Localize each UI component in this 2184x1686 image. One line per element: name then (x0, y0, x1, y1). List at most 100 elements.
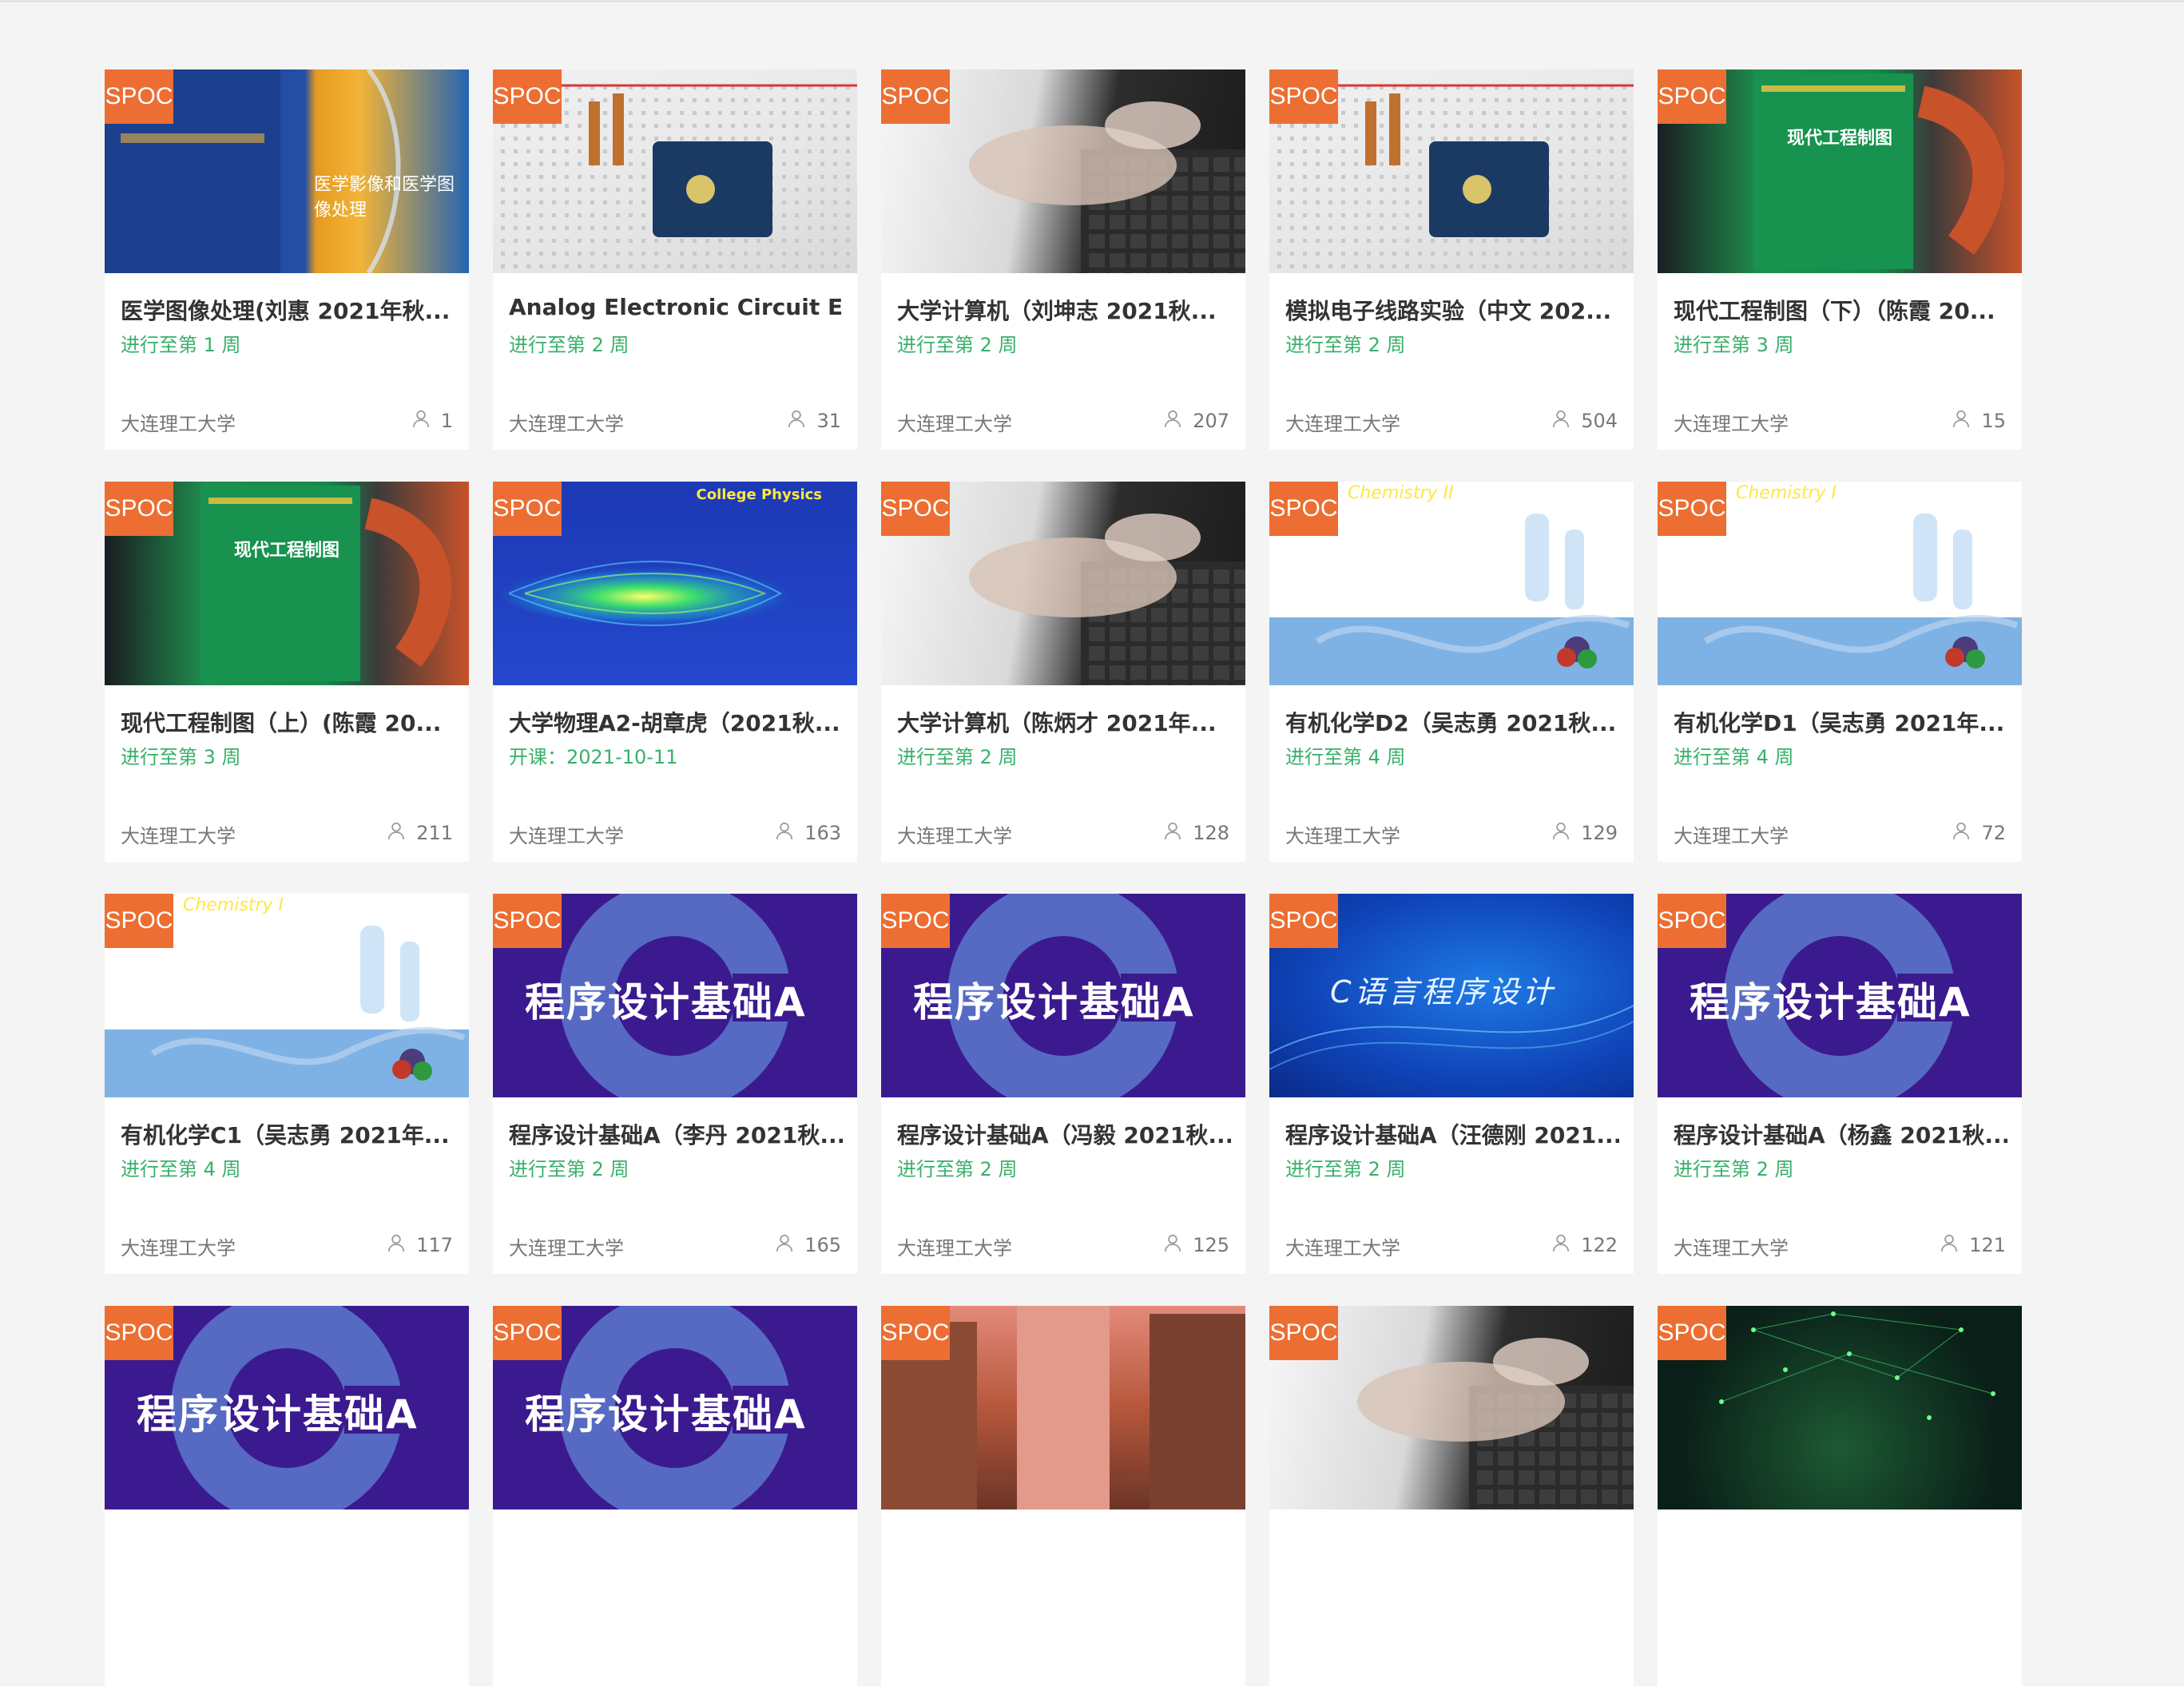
course-thumbnail[interactable]: 医学影像和医学图像处理 SPOC (105, 69, 469, 273)
course-card[interactable]: Chemistry I SPOC 有机化学D1（吴志勇 2021年... 进行至第 4… (1658, 482, 2022, 862)
course-card[interactable]: College Physics SPOC 大学物理A2-胡章虎（2021秋... 开课… (493, 482, 857, 862)
course-progress: 进行至第 3 周 (121, 746, 241, 768)
course-title[interactable]: 有机化学D1（吴志勇 2021年... (1674, 706, 2007, 738)
spoc-badge: SPOC (493, 1306, 562, 1360)
course-title[interactable]: 大学计算机（刘坤志 2021秋... (897, 294, 1231, 326)
course-title[interactable]: 模拟电子线路实验（中文 202... (1285, 294, 1619, 326)
enrollment-count: 31 (786, 408, 841, 434)
user-icon (386, 820, 407, 846)
course-progress: 进行至第 2 周 (897, 1158, 1018, 1180)
course-card[interactable]: SPOC (1658, 1306, 2022, 1686)
course-thumbnail[interactable]: SPOC (881, 482, 1245, 685)
course-grid: 医学影像和医学图像处理 SPOC 医学图像处理(刘惠 2021年秋... 进行至第 1… (105, 69, 2022, 1686)
course-thumbnail[interactable]: 程序设计基础A SPOC (105, 1306, 469, 1509)
course-thumbnail[interactable]: 程序设计基础A SPOC (1658, 894, 2022, 1097)
spoc-badge: SPOC (105, 69, 173, 124)
course-school[interactable]: 大连理工大学 (1285, 820, 1400, 848)
course-title[interactable]: 大学物理A2-胡章虎（2021秋... (509, 706, 843, 738)
course-thumbnail[interactable]: Chemistry II SPOC (1269, 482, 1634, 685)
course-thumbnail[interactable]: 程序设计基础A SPOC (493, 1306, 857, 1509)
course-title[interactable]: 现代工程制图（下）（陈霞 20... (1674, 294, 2007, 326)
course-card[interactable]: Chemistry I SPOC 有机化学C1（吴志勇 2021年... 进行至第 4… (105, 894, 469, 1274)
course-title[interactable]: Analog Electronic Circuit E... (509, 294, 843, 320)
course-card[interactable]: 程序设计基础A SPOC 程序设计基础A（李丹 2021秋... 进行至第 2 周大连… (493, 894, 857, 1274)
course-school[interactable]: 大连理工大学 (1285, 408, 1400, 436)
thumb-caption: 程序设计基础A (913, 979, 1195, 1025)
enrollment-count: 207 (1162, 408, 1229, 434)
course-card[interactable]: Chemistry II SPOC 有机化学D2（吴志勇 2021秋... 进行至第 … (1269, 482, 1634, 862)
course-school[interactable]: 大连理工大学 (1674, 408, 1789, 436)
top-divider (0, 0, 2184, 2)
course-school[interactable]: 大连理工大学 (121, 408, 236, 436)
enrollment-count-value: 128 (1193, 822, 1229, 844)
enrollment-count-value: 125 (1193, 1234, 1229, 1256)
enrollment-count-value: 122 (1581, 1234, 1618, 1256)
course-progress: 进行至第 4 周 (121, 1158, 241, 1180)
course-card[interactable]: 现代工程制图 SPOC 现代工程制图（上）(陈霞 20... 进行至第 3 周大连理工… (105, 482, 469, 862)
enrollment-count: 125 (1162, 1232, 1229, 1258)
course-title[interactable]: 有机化学D2（吴志勇 2021秋... (1285, 706, 1619, 738)
course-card[interactable]: 现代工程制图 SPOC 现代工程制图（下）（陈霞 20... 进行至第 3 周大连理工… (1658, 69, 2022, 450)
course-card[interactable]: 医学影像和医学图像处理 SPOC 医学图像处理(刘惠 2021年秋... 进行至第 1… (105, 69, 469, 450)
course-title[interactable]: 程序设计基础A（汪德刚 2021... (1285, 1118, 1619, 1150)
course-thumbnail[interactable]: C语言程序设计 SPOC (1269, 894, 1634, 1097)
spoc-badge: SPOC (493, 894, 562, 948)
course-thumbnail[interactable]: College Physics SPOC (493, 482, 857, 685)
course-title[interactable]: 有机化学C1（吴志勇 2021年... (121, 1118, 455, 1150)
course-thumbnail[interactable]: SPOC (1658, 1306, 2022, 1509)
enrollment-count-value: 163 (804, 822, 841, 844)
course-title[interactable]: 程序设计基础A（李丹 2021秋... (509, 1118, 843, 1150)
course-title[interactable]: 医学图像处理(刘惠 2021年秋... (121, 294, 455, 326)
thumb-caption: Chemistry II (1348, 483, 1454, 503)
course-thumbnail[interactable]: 程序设计基础A SPOC (881, 894, 1245, 1097)
thumb-caption: 现代工程制图 (234, 541, 340, 561)
user-icon (1939, 1232, 1960, 1258)
course-title[interactable]: 程序设计基础A（冯毅 2021秋... (897, 1118, 1231, 1150)
thumb-caption: Chemistry I (1736, 483, 1837, 503)
course-card[interactable]: 程序设计基础A SPOC (105, 1306, 469, 1686)
course-title[interactable]: 大学计算机（陈炳才 2021年... (897, 706, 1231, 738)
course-title[interactable]: 现代工程制图（上）(陈霞 20... (121, 706, 455, 738)
thumb-caption: 程序设计基础A (525, 1391, 807, 1438)
course-thumbnail[interactable]: SPOC (881, 69, 1245, 273)
course-card[interactable]: SPOC 大学计算机（刘坤志 2021秋... 进行至第 2 周大连理工大学 207 (881, 69, 1245, 450)
course-school[interactable]: 大连理工大学 (897, 1232, 1012, 1260)
enrollment-count: 128 (1162, 820, 1229, 846)
course-thumbnail[interactable]: Chemistry I SPOC (1658, 482, 2022, 685)
course-thumbnail[interactable]: 现代工程制图 SPOC (1658, 69, 2022, 273)
course-school[interactable]: 大连理工大学 (509, 1232, 624, 1260)
course-title[interactable]: 程序设计基础A（杨鑫 2021秋... (1674, 1118, 2007, 1150)
course-school[interactable]: 大连理工大学 (121, 1232, 236, 1260)
course-thumbnail[interactable]: SPOC (881, 1306, 1245, 1509)
course-card[interactable]: SPOC Analog Electronic Circuit E... 进行至第 2… (493, 69, 857, 450)
course-card[interactable]: SPOC (881, 1306, 1245, 1686)
course-school[interactable]: 大连理工大学 (897, 820, 1012, 848)
course-card[interactable]: 程序设计基础A SPOC 程序设计基础A（杨鑫 2021秋... 进行至第 2 周大连… (1658, 894, 2022, 1274)
course-card[interactable]: 程序设计基础A SPOC 程序设计基础A（冯毅 2021秋... 进行至第 2 周大连… (881, 894, 1245, 1274)
course-thumbnail[interactable]: 现代工程制图 SPOC (105, 482, 469, 685)
thumb-caption: College Physics (696, 486, 823, 503)
course-card[interactable]: SPOC 大学计算机（陈炳才 2021年... 进行至第 2 周大连理工大学 128 (881, 482, 1245, 862)
course-card[interactable]: C语言程序设计 SPOC 程序设计基础A（汪德刚 2021... 进行至第 2 周大连… (1269, 894, 1634, 1274)
course-thumbnail[interactable]: 程序设计基础A SPOC (493, 894, 857, 1097)
course-school[interactable]: 大连理工大学 (509, 408, 624, 436)
course-card[interactable]: SPOC 模拟电子线路实验（中文 202... 进行至第 2 周大连理工大学 504 (1269, 69, 1634, 450)
course-progress: 进行至第 2 周 (897, 746, 1018, 768)
course-school[interactable]: 大连理工大学 (509, 820, 624, 848)
course-school[interactable]: 大连理工大学 (1285, 1232, 1400, 1260)
enrollment-count: 504 (1551, 408, 1618, 434)
enrollment-count: 1 (411, 408, 453, 434)
course-thumbnail[interactable]: SPOC (1269, 1306, 1634, 1509)
course-school[interactable]: 大连理工大学 (897, 408, 1012, 436)
course-school[interactable]: 大连理工大学 (1674, 820, 1789, 848)
course-card[interactable]: 程序设计基础A SPOC (493, 1306, 857, 1686)
user-icon (1162, 408, 1183, 434)
course-card[interactable]: SPOC (1269, 1306, 1634, 1686)
course-school[interactable]: 大连理工大学 (1674, 1232, 1789, 1260)
course-school[interactable]: 大连理工大学 (121, 820, 236, 848)
spoc-badge: SPOC (105, 894, 173, 948)
course-thumbnail[interactable]: SPOC (493, 69, 857, 273)
course-thumbnail[interactable]: Chemistry I SPOC (105, 894, 469, 1097)
user-icon (786, 408, 807, 434)
course-thumbnail[interactable]: SPOC (1269, 69, 1634, 273)
